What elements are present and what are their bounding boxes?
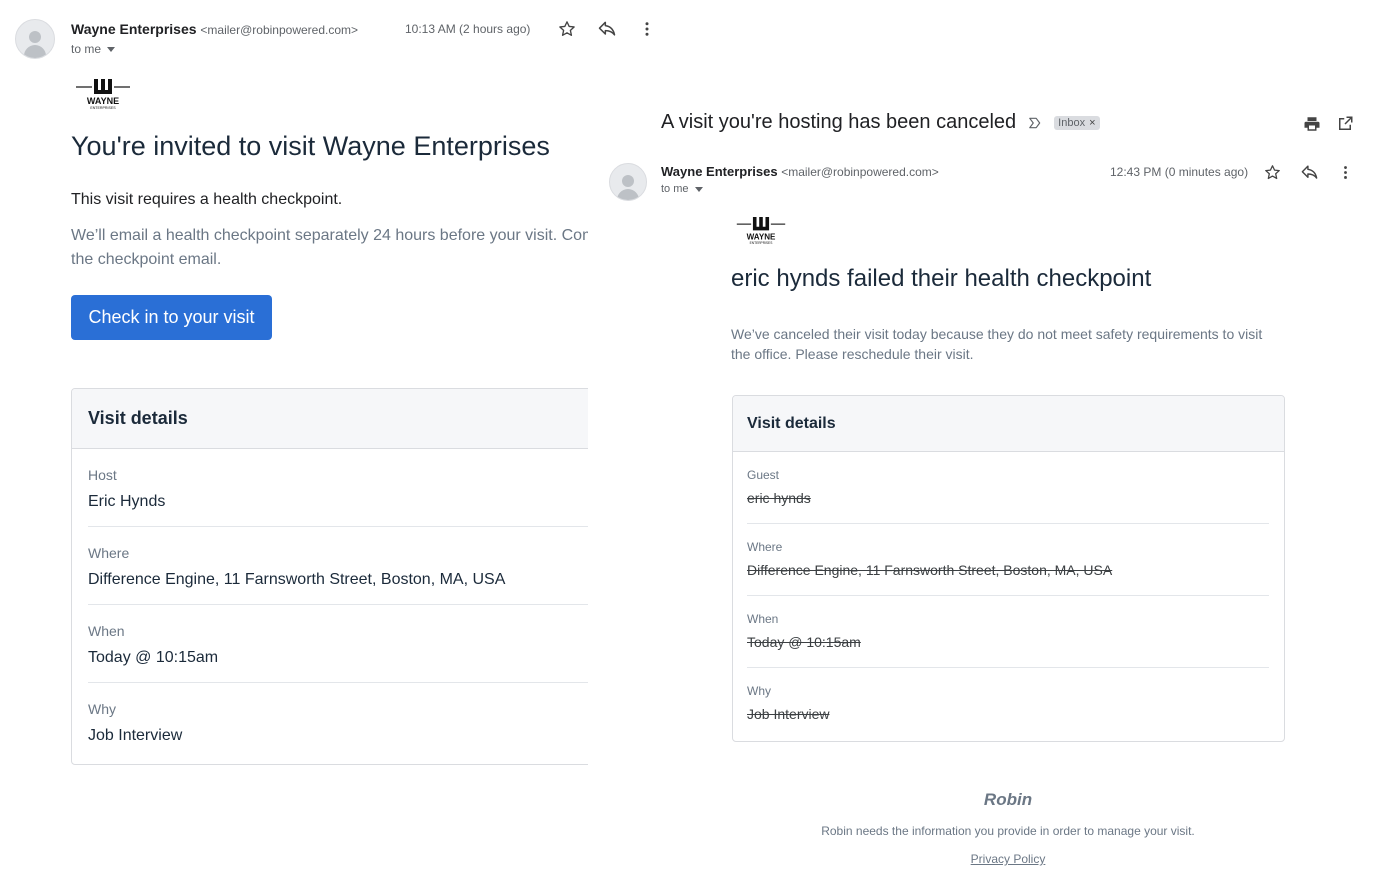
- left-email-pane: Wayne Enterprises <mailer@robinpowered.c…: [0, 0, 588, 886]
- detail-label: Why: [747, 684, 771, 698]
- inbox-label-text: Inbox: [1058, 116, 1086, 129]
- wayne-logo: WAYNE ENTERPRISES: [735, 214, 787, 250]
- footer-notice: Robin needs the information you provide …: [821, 824, 1195, 838]
- robin-brand: Robin: [983, 790, 1033, 809]
- health-requirement-text: This visit requires a health checkpoint.: [71, 191, 343, 208]
- checkpoint-paragraph: We’ll email a health checkpoint separate…: [71, 227, 588, 268]
- visit-details-card: Visit details Guest eric hynds Where Dif…: [732, 395, 1285, 742]
- detail-row-why: Why Job Interview: [88, 683, 588, 761]
- sender-avatar[interactable]: [15, 19, 55, 59]
- detail-value-struck: eric hynds: [747, 490, 811, 506]
- privacy-policy-link[interactable]: Privacy Policy: [932, 852, 1084, 866]
- detail-label: Guest: [747, 468, 780, 482]
- detail-value: Today @ 10:15am: [88, 649, 219, 666]
- recipient-toggle[interactable]: to me: [71, 42, 116, 56]
- detail-value: Job Interview: [88, 727, 183, 744]
- detail-value-struck: Today @ 10:15am: [747, 634, 861, 650]
- detail-row-guest: Guest eric hynds: [747, 452, 1269, 524]
- email-title: You're invited to visit Wayne Enterprise…: [71, 131, 550, 161]
- star-icon[interactable]: [555, 17, 579, 41]
- print-icon[interactable]: [1300, 112, 1324, 136]
- detail-label: When: [747, 612, 779, 626]
- open-in-new-icon[interactable]: [1333, 112, 1357, 136]
- wayne-logo: WAYNE ENTERPRISES: [74, 76, 132, 115]
- logo-wordmark: WAYNE: [87, 96, 119, 106]
- detail-label: Host: [88, 467, 117, 483]
- check-in-button[interactable]: Check in to your visit: [71, 295, 272, 340]
- detail-row-when: When Today @ 10:15am: [747, 596, 1269, 668]
- important-marker-icon[interactable]: [1028, 116, 1042, 130]
- sender-name[interactable]: Wayne Enterprises: [661, 164, 778, 179]
- more-vert-icon[interactable]: [1333, 160, 1357, 184]
- sender-email: <mailer@robinpowered.com>: [781, 165, 939, 179]
- visit-details-card: Visit details Host Eric Hynds Where Diff…: [71, 388, 588, 765]
- recipient-label: to me: [71, 42, 102, 56]
- detail-label: Why: [88, 701, 116, 717]
- more-vert-icon[interactable]: [635, 17, 659, 41]
- detail-value-struck: Difference Engine, 11 Farnsworth Street,…: [747, 562, 1113, 578]
- detail-value: Difference Engine, 11 Farnsworth Street,…: [88, 571, 506, 588]
- email-subject-line: A visit you're hosting has been canceled…: [661, 111, 1100, 134]
- chevron-down-icon: [107, 47, 116, 53]
- email-timestamp: 12:43 PM (0 minutes ago): [1110, 165, 1249, 179]
- sender-line: Wayne Enterprises <mailer@robinpowered.c…: [71, 21, 358, 37]
- detail-row-where: Where Difference Engine, 11 Farnsworth S…: [88, 527, 588, 605]
- detail-row-when: When Today @ 10:15am: [88, 605, 588, 683]
- email-title: eric hynds failed their health checkpoin…: [731, 265, 1152, 292]
- star-icon[interactable]: [1260, 160, 1284, 184]
- recipient-label: to me: [661, 183, 689, 195]
- detail-row-why: Why Job Interview: [747, 668, 1269, 740]
- detail-value-struck: Job Interview: [747, 706, 830, 722]
- detail-row-where: Where Difference Engine, 11 Farnsworth S…: [747, 524, 1269, 596]
- sender-line: Wayne Enterprises <mailer@robinpowered.c…: [661, 164, 939, 179]
- sender-avatar[interactable]: [609, 163, 647, 201]
- sender-email: <mailer@robinpowered.com>: [200, 23, 359, 37]
- detail-row-host: Host Eric Hynds: [88, 449, 588, 527]
- detail-label: When: [88, 623, 125, 639]
- reply-icon[interactable]: [595, 17, 619, 41]
- detail-label: Where: [88, 545, 130, 561]
- chevron-down-icon: [694, 186, 703, 192]
- logo-subtext: ENTERPRISES: [90, 106, 116, 110]
- reply-icon[interactable]: [1297, 160, 1321, 184]
- detail-value: Eric Hynds: [88, 493, 166, 510]
- detail-label: Where: [747, 540, 783, 554]
- email-subject: A visit you're hosting has been canceled: [661, 111, 1017, 133]
- visit-details-heading: Visit details: [72, 389, 588, 449]
- recipient-toggle[interactable]: to me: [661, 183, 703, 195]
- sender-name[interactable]: Wayne Enterprises: [71, 21, 197, 37]
- logo-subtext: ENTERPRISES: [750, 241, 773, 245]
- email-timestamp: 10:13 AM (2 hours ago): [405, 22, 531, 36]
- remove-label-icon[interactable]: ×: [1089, 117, 1095, 129]
- cancellation-paragraph: We’ve canceled their visit today because…: [731, 326, 1263, 362]
- inbox-label-chip[interactable]: Inbox ×: [1054, 115, 1100, 130]
- visit-details-heading: Visit details: [733, 396, 1284, 452]
